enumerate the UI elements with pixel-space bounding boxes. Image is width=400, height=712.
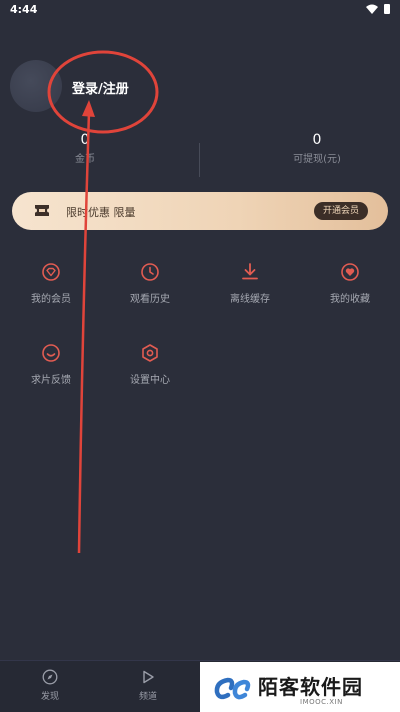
battery-icon <box>384 4 390 14</box>
open-vip-button[interactable]: 开通会员 <box>313 202 368 220</box>
vip-diamond-icon <box>42 263 60 281</box>
profile-screen: 4:44 登录/注册 0 金币 0 可提现(元) 限时优惠 限量 开通会员 我的… <box>0 0 400 712</box>
cash-value: 0 <box>312 132 322 148</box>
ticket-icon <box>35 205 49 216</box>
annotation-arrow-line <box>77 111 91 554</box>
grid-item-watch-history[interactable]: 观看历史 <box>105 262 195 305</box>
annotation-arrow-head <box>82 100 95 117</box>
grid-label-my-vip: 我的会员 <box>31 294 71 305</box>
grid-item-request-feedback[interactable]: 求片反馈 <box>6 343 96 386</box>
cash-label: 可提现(元) <box>293 154 341 165</box>
nav-item-discover[interactable]: 发现 <box>20 669 80 702</box>
grid-item-settings[interactable]: 设置中心 <box>105 343 195 386</box>
watermark-logo-icon <box>214 677 251 700</box>
status-icons <box>366 4 390 14</box>
vip-banner[interactable]: 限时优惠 限量 开通会员 <box>12 192 388 230</box>
vip-promo-text: 限时优惠 限量 <box>66 206 136 219</box>
grid-label-watch-history: 观看历史 <box>130 294 170 305</box>
wifi-icon <box>366 4 378 14</box>
status-time: 4:44 <box>10 3 38 16</box>
compass-icon <box>42 669 58 685</box>
play-icon <box>143 670 154 684</box>
watermark-title: 陌客软件园 <box>258 675 363 699</box>
grid-item-my-vip[interactable]: 我的会员 <box>6 262 96 305</box>
status-bar: 4:44 <box>0 0 400 20</box>
login-register-link[interactable]: 登录/注册 <box>72 78 129 97</box>
clock-icon <box>141 263 159 281</box>
heart-icon <box>341 263 359 281</box>
nav-item-channel[interactable]: 频道 <box>118 669 178 702</box>
watermark-subtitle: IMOOC.XIN <box>300 698 343 706</box>
nav-label-discover: 发现 <box>40 692 59 702</box>
coins-label: 金币 <box>75 154 95 165</box>
grid-item-my-favorites[interactable]: 我的收藏 <box>305 262 395 305</box>
download-icon <box>242 263 258 280</box>
cash-stat[interactable]: 0 可提现(元) <box>262 132 372 165</box>
grid-item-offline-cache[interactable]: 离线缓存 <box>205 262 295 305</box>
coins-stat[interactable]: 0 金币 <box>40 132 130 165</box>
avatar[interactable] <box>10 60 62 112</box>
grid-label-settings: 设置中心 <box>130 375 170 386</box>
grid-label-request-feedback: 求片反馈 <box>31 375 71 386</box>
nav-label-channel: 频道 <box>138 692 157 702</box>
stats-divider <box>199 143 200 177</box>
watermark: 陌客软件园 IMOOC.XIN <box>200 662 400 712</box>
grid-label-my-favorites: 我的收藏 <box>330 294 370 305</box>
feedback-smile-icon <box>42 344 60 362</box>
grid-label-offline-cache: 离线缓存 <box>230 294 270 305</box>
settings-hexagon-icon <box>142 344 158 362</box>
coins-value: 0 <box>80 132 90 148</box>
